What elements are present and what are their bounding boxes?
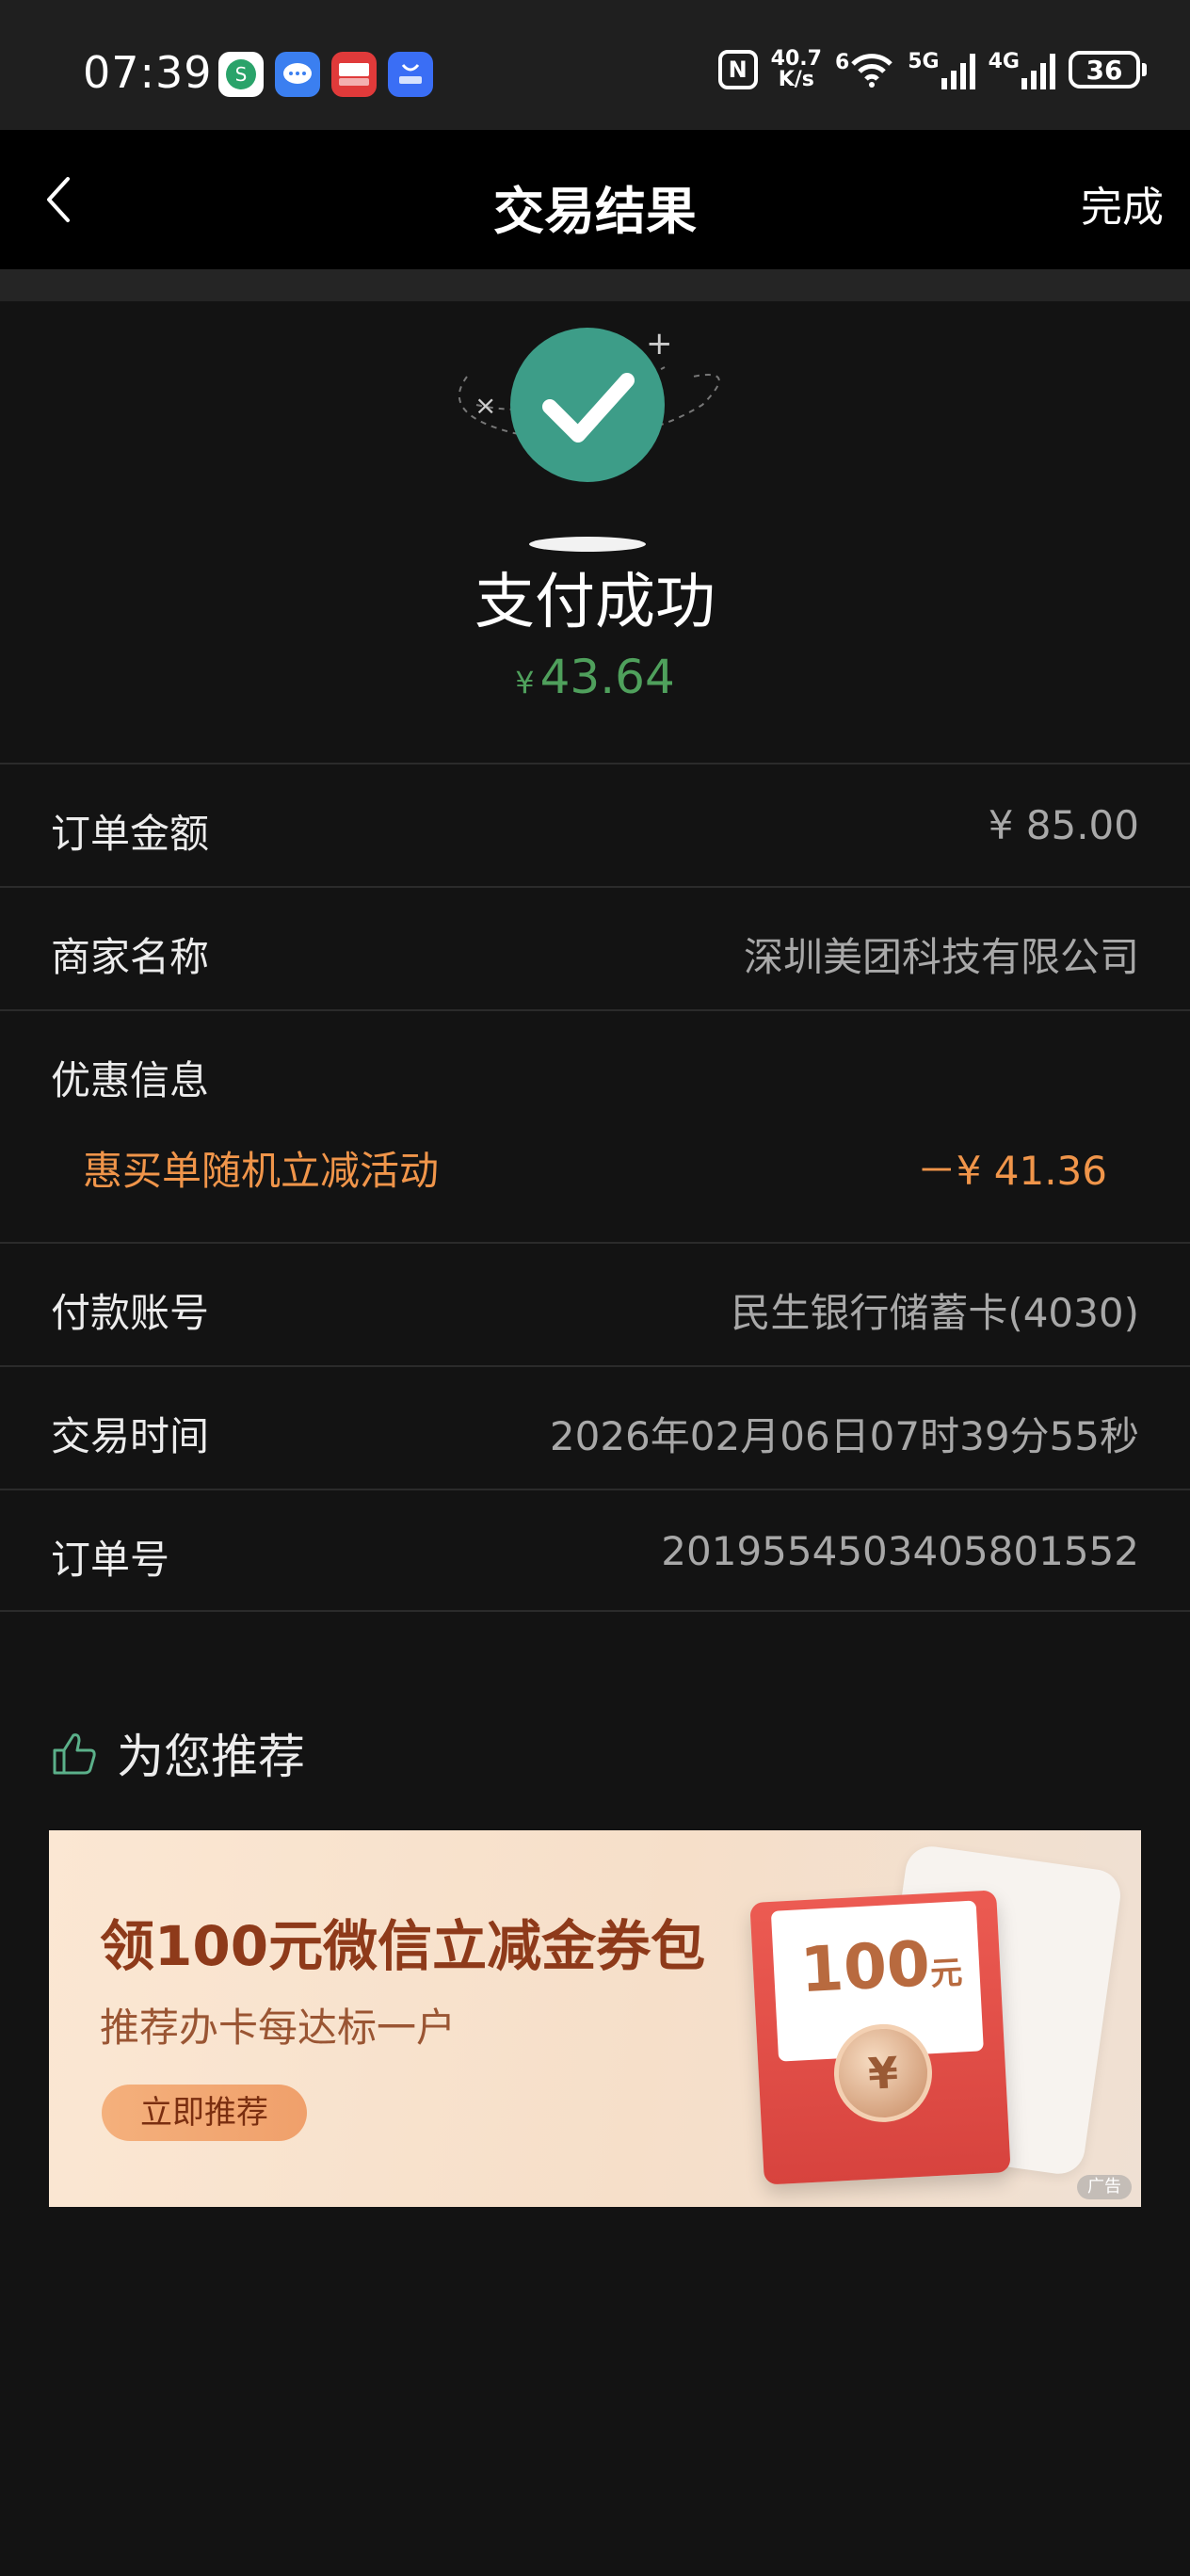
signal-5g: 5G: [908, 50, 975, 89]
red-envelope-illustration: 100元 ¥: [749, 1890, 1011, 2185]
recommend-title: 为您推荐: [117, 1730, 305, 1784]
row-merchant: 商家名称 深圳美团科技有限公司: [0, 886, 1190, 1009]
discount-label: 优惠信息: [51, 1057, 210, 1103]
svg-text:+: +: [646, 325, 673, 362]
recommend-header: 为您推荐: [49, 1719, 305, 1787]
currency-symbol: ¥: [515, 665, 535, 700]
order-amount-value: ¥ 85.00: [988, 802, 1139, 848]
app-icon-2: [275, 52, 320, 97]
row-order-amount: 订单金额 ¥ 85.00: [0, 763, 1190, 886]
amount-value: 43.64: [539, 650, 675, 704]
banner-title: 领100元微信立减金券包: [100, 1914, 706, 1978]
divider-strip: [0, 269, 1190, 301]
battery-level: 36: [1069, 51, 1140, 89]
wifi-icon: [851, 54, 893, 88]
row-account: 付款账号 民生银行储蓄卡(4030): [0, 1242, 1190, 1365]
divider: [0, 1610, 1190, 1612]
merchant-value: 深圳美团科技有限公司: [743, 934, 1139, 980]
svg-text:×: ×: [474, 390, 496, 421]
discount-value: －¥ 41.36: [916, 1148, 1107, 1194]
nav-bar: 交易结果 完成: [0, 130, 1190, 269]
signal-5g-label: 5G: [908, 50, 940, 73]
account-label: 付款账号: [51, 1290, 210, 1336]
status-bar: 07:39 S N 40.7 K/s 6 5G 4G 36: [0, 0, 1190, 130]
result-title: 支付成功: [474, 568, 716, 637]
discount-name: 惠买单随机立减活动: [83, 1148, 440, 1194]
ad-badge: 广告: [1077, 2175, 1132, 2199]
row-order-number: 订单号 2019554503405801552: [0, 1489, 1190, 1612]
status-indicators: N 40.7 K/s 6 5G 4G 36: [717, 49, 1147, 90]
account-value: 民生银行储蓄卡(4030): [731, 1290, 1139, 1336]
app-icon-1: S: [218, 52, 264, 97]
signal-4g: 4G: [989, 50, 1055, 89]
promo-banner[interactable]: 领100元微信立减金券包 推荐办卡每达标一户 立即推荐 100元 ¥ 广告: [49, 1830, 1141, 2207]
row-discount: 优惠信息 惠买单随机立减活动 －¥ 41.36: [0, 1009, 1190, 1242]
order-number-label: 订单号: [51, 1537, 170, 1583]
net-speed: 40.7 K/s: [771, 49, 822, 90]
payment-result: × + 支付成功 ¥43.64: [0, 301, 1190, 763]
success-check-icon: × +: [458, 325, 720, 552]
svg-text:S: S: [235, 63, 248, 86]
voucher-value: 100元: [798, 1927, 964, 2007]
order-amount-label: 订单金额: [51, 811, 210, 857]
app-icon-3: [331, 52, 377, 97]
net-speed-unit: K/s: [778, 68, 814, 91]
done-button[interactable]: 完成: [1081, 173, 1164, 233]
order-number-value: 2019554503405801552: [661, 1528, 1139, 1574]
transaction-time-label: 交易时间: [51, 1413, 210, 1459]
battery-icon: 36: [1069, 51, 1147, 89]
signal-bars-icon: [941, 50, 975, 89]
status-time: 07:39: [83, 47, 213, 98]
wifi-label: 6: [834, 51, 850, 74]
result-amount: ¥43.64: [0, 650, 1190, 704]
signal-bars-icon: [1021, 50, 1055, 89]
nfc-icon: N: [717, 50, 758, 89]
row-transaction-time: 交易时间 2026年02月06日07时39分55秒: [0, 1365, 1190, 1489]
merchant-label: 商家名称: [51, 934, 210, 980]
page-title: 交易结果: [493, 182, 697, 241]
thumbs-up-icon: [53, 1733, 96, 1775]
notification-app-icons: S: [218, 52, 433, 97]
recommend-now-button[interactable]: 立即推荐: [102, 2085, 307, 2141]
net-speed-value: 40.7: [770, 47, 822, 71]
signal-4g-label: 4G: [988, 50, 1020, 73]
app-market-icon: [388, 52, 433, 97]
banner-subtitle: 推荐办卡每达标一户: [100, 2004, 457, 2051]
transaction-time-value: 2026年02月06日07时39分55秒: [549, 1413, 1139, 1459]
wifi-indicator: 6: [835, 51, 894, 89]
